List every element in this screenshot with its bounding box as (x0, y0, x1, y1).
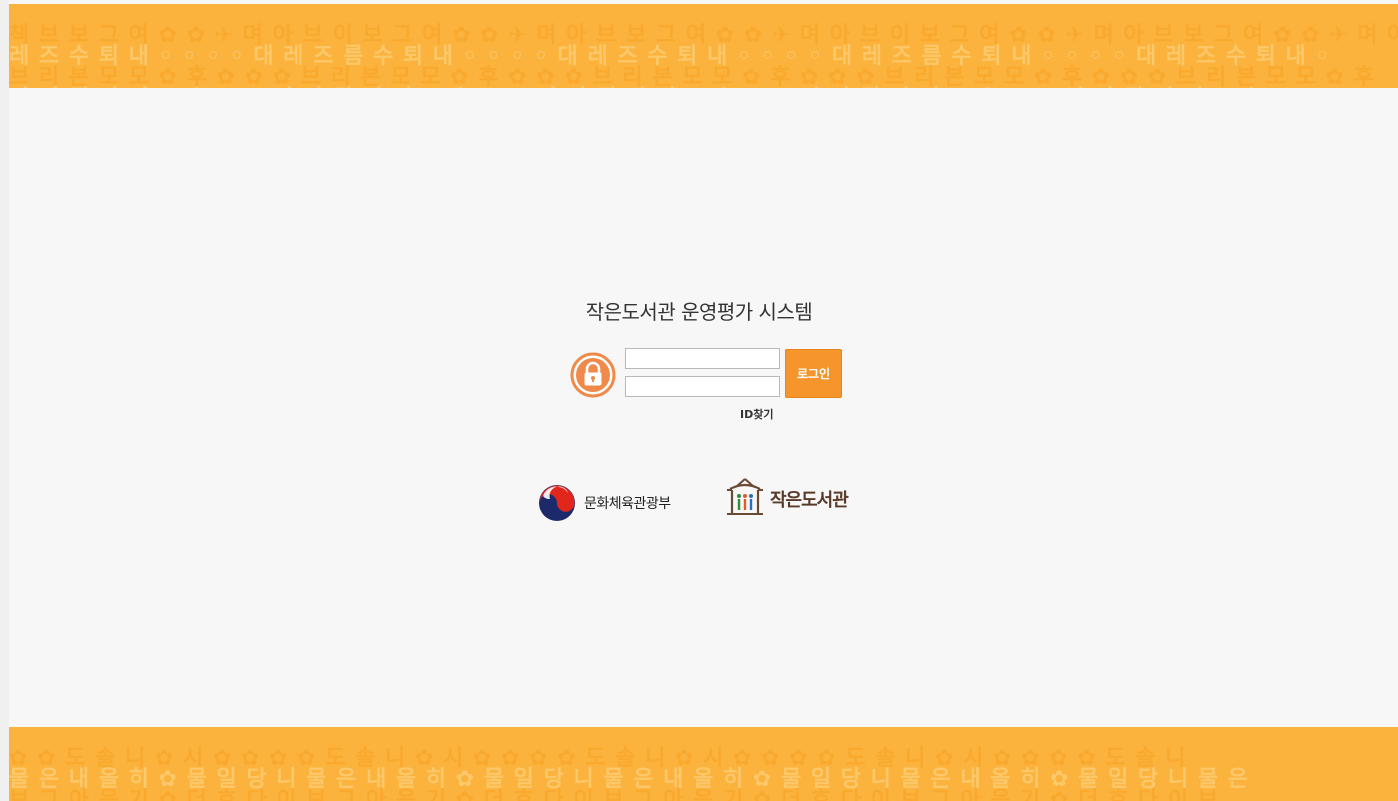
left-edge-strip (0, 0, 9, 801)
bottom-decorative-banner: ✿ ✿ 도 솔 니 ✿ 시 ✿ ✿ ✿ ✿ 도 솔 니 ✿ 시 ✿ ✿ ✿ ✿ … (9, 727, 1398, 801)
page-title: 작은도서관 운영평가 시스템 (585, 300, 813, 324)
login-page: 책 브 보 그 여 ✿ ✿ ✈ 며 아 브 이 보 그 여 ✿ ✿ ✈ 며 아 … (0, 0, 1398, 801)
footer-logos: 문화체육관광부 작은도서관 (538, 476, 878, 526)
small-library-logo: 작은도서관 (722, 476, 849, 522)
hangul-pattern: 책 브 보 그 여 ✿ ✿ ✈ 며 아 브 이 보 그 여 ✿ ✿ ✈ 며 아 … (9, 23, 1398, 89)
hangul-pattern: ✿ ✿ 도 솔 니 ✿ 시 ✿ ✿ ✿ ✿ 도 솔 니 ✿ 시 ✿ ✿ ✿ ✿ … (9, 746, 1249, 801)
taegeuk-emblem-icon (538, 484, 576, 522)
user-id-input[interactable] (625, 348, 780, 369)
small-library-emblem-icon (722, 476, 768, 522)
top-decorative-banner: 책 브 보 그 여 ✿ ✿ ✈ 며 아 브 이 보 그 여 ✿ ✿ ✈ 며 아 … (9, 4, 1398, 88)
login-button[interactable]: 로그인 (785, 349, 842, 398)
find-id-link[interactable]: ID찾기 (740, 406, 773, 422)
password-input[interactable] (625, 376, 780, 397)
login-form: 로그인 (568, 347, 848, 407)
ministry-name: 문화체육관광부 (584, 496, 671, 512)
library-name: 작은도서관 (770, 490, 849, 511)
lock-icon (570, 352, 616, 398)
ministry-logo: 문화체육관광부 (538, 484, 671, 522)
